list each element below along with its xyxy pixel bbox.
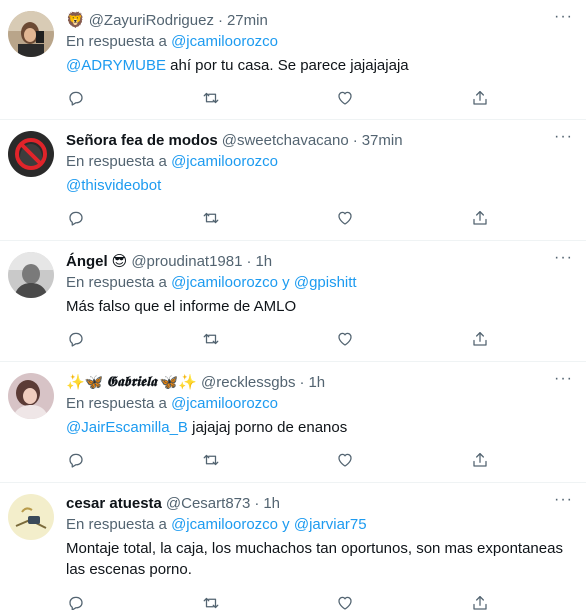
tweet-actions (66, 88, 490, 108)
decoration-emoji: 🦋✨ (159, 373, 198, 391)
user-handle[interactable]: @ZayuriRodriguez (89, 12, 214, 29)
separator: · (254, 494, 260, 512)
separator: · (217, 11, 223, 29)
tweet-body: ahí por tu casa. Se parece jajajajaja (165, 57, 409, 74)
display-name[interactable]: cesar atuesta (66, 495, 162, 512)
reply-prefix: En respuesta a (66, 516, 167, 533)
retweet-icon[interactable] (201, 88, 221, 108)
display-name-emoji: 😎 (111, 252, 128, 270)
reply-prefix: En respuesta a (66, 274, 167, 291)
separator: · (352, 131, 358, 149)
reply-to-link[interactable]: @jcamiloorozco (171, 153, 278, 170)
display-name[interactable]: Señora fea de modos (66, 132, 218, 149)
tweet-body: jajajaj porno de enanos (187, 419, 348, 436)
reply-context: En respuesta a @jcamiloorozco (66, 33, 572, 53)
heart-icon[interactable] (335, 88, 355, 108)
reply-icon[interactable] (66, 208, 86, 228)
avatar-image (8, 252, 54, 298)
tweet-actions (66, 208, 490, 228)
reply-to-link[interactable]: @jcamiloorozco y @jarviar75 (171, 516, 367, 533)
tweet-text: Montaje total, la caja, los muchachos ta… (66, 540, 563, 578)
reply-prefix: En respuesta a (66, 153, 167, 170)
tweet-text: @JairEscamilla_B jajajaj porno de enanos (66, 417, 572, 438)
tweet[interactable]: Señora fea de modos @sweetchavacano · 37… (0, 120, 586, 241)
timestamp[interactable]: 1h (263, 495, 280, 512)
retweet-icon[interactable] (201, 208, 221, 228)
heart-icon[interactable] (335, 329, 355, 349)
user-handle[interactable]: @sweetchavacano (222, 132, 349, 149)
reply-prefix: En respuesta a (66, 395, 167, 412)
more-icon[interactable]: ··· (554, 492, 572, 511)
reply-context: En respuesta a @jcamiloorozco y @jarviar… (66, 516, 572, 536)
reply-icon[interactable] (66, 593, 86, 610)
avatar-image (8, 131, 54, 177)
tweet[interactable]: ✨🦋 𝕲𝖆𝖇𝖗𝖎𝖊𝖑𝖆 🦋✨ @recklessgbs · 1h ··· En … (0, 362, 586, 483)
mention-link[interactable]: @JairEscamilla_B (66, 419, 188, 436)
share-icon[interactable] (470, 593, 490, 610)
mention-link[interactable]: @thisvideobot (66, 177, 161, 194)
avatar[interactable] (8, 373, 54, 419)
user-handle[interactable]: @Cesart873 (166, 495, 250, 512)
avatar[interactable] (8, 11, 54, 57)
tweet-text: @ADRYMUBE ahí por tu casa. Se parece jaj… (66, 55, 572, 76)
avatar-image (8, 373, 54, 419)
timestamp[interactable]: 27min (227, 12, 268, 29)
reply-prefix: En respuesta a (66, 33, 167, 50)
separator: · (246, 252, 252, 270)
tweet[interactable]: 🦁 @ZayuriRodriguez · 27min ··· En respue… (0, 0, 586, 120)
share-icon[interactable] (470, 329, 490, 349)
reply-icon[interactable] (66, 450, 86, 470)
heart-icon[interactable] (335, 450, 355, 470)
avatar-image (8, 494, 54, 540)
avatar[interactable] (8, 494, 54, 540)
retweet-icon[interactable] (201, 450, 221, 470)
display-name[interactable]: 𝕲𝖆𝖇𝖗𝖎𝖊𝖑𝖆 (106, 374, 156, 390)
avatar[interactable] (8, 252, 54, 298)
tweet-feed: 🦁 @ZayuriRodriguez · 27min ··· En respue… (0, 0, 586, 610)
more-icon[interactable]: ··· (554, 371, 572, 390)
mention-link[interactable]: @ADRYMUBE (66, 57, 166, 74)
reply-to-link[interactable]: @jcamiloorozco y @gpishitt (171, 274, 357, 291)
timestamp[interactable]: 1h (255, 253, 272, 270)
tweet-text: Más falso que el informe de AMLO (66, 298, 297, 315)
separator: · (299, 373, 305, 391)
heart-icon[interactable] (335, 593, 355, 610)
share-icon[interactable] (470, 450, 490, 470)
tweet[interactable]: cesar atuesta @Cesart873 · 1h ··· En res… (0, 483, 586, 610)
tweet[interactable]: Ángel 😎 @proudinat1981 · 1h ··· En respu… (0, 241, 586, 362)
tweet-actions (66, 329, 490, 349)
share-icon[interactable] (470, 88, 490, 108)
reply-to-link[interactable]: @jcamiloorozco (171, 395, 278, 412)
reply-context: En respuesta a @jcamiloorozco y @gpishit… (66, 274, 572, 294)
more-icon[interactable]: ··· (554, 9, 572, 28)
tweet-actions (66, 450, 490, 470)
tweet-text: @thisvideobot (66, 175, 572, 196)
display-name-emoji: 🦁 (66, 11, 85, 29)
heart-icon[interactable] (335, 208, 355, 228)
reply-context: En respuesta a @jcamiloorozco (66, 153, 572, 173)
decoration-emoji: ✨🦋 (66, 373, 104, 391)
reply-icon[interactable] (66, 88, 86, 108)
share-icon[interactable] (470, 208, 490, 228)
more-icon[interactable]: ··· (554, 250, 572, 269)
retweet-icon[interactable] (201, 593, 221, 610)
more-icon[interactable]: ··· (554, 129, 572, 148)
reply-icon[interactable] (66, 329, 86, 349)
timestamp[interactable]: 37min (362, 132, 403, 149)
tweet-actions (66, 593, 490, 610)
avatar[interactable] (8, 131, 54, 177)
avatar-image (8, 11, 54, 57)
user-handle[interactable]: @recklessgbs (201, 374, 295, 391)
reply-to-link[interactable]: @jcamiloorozco (171, 33, 278, 50)
timestamp[interactable]: 1h (308, 374, 325, 391)
retweet-icon[interactable] (201, 329, 221, 349)
reply-context: En respuesta a @jcamiloorozco (66, 395, 572, 415)
display-name[interactable]: Ángel (66, 253, 108, 270)
user-handle[interactable]: @proudinat1981 (131, 253, 242, 270)
